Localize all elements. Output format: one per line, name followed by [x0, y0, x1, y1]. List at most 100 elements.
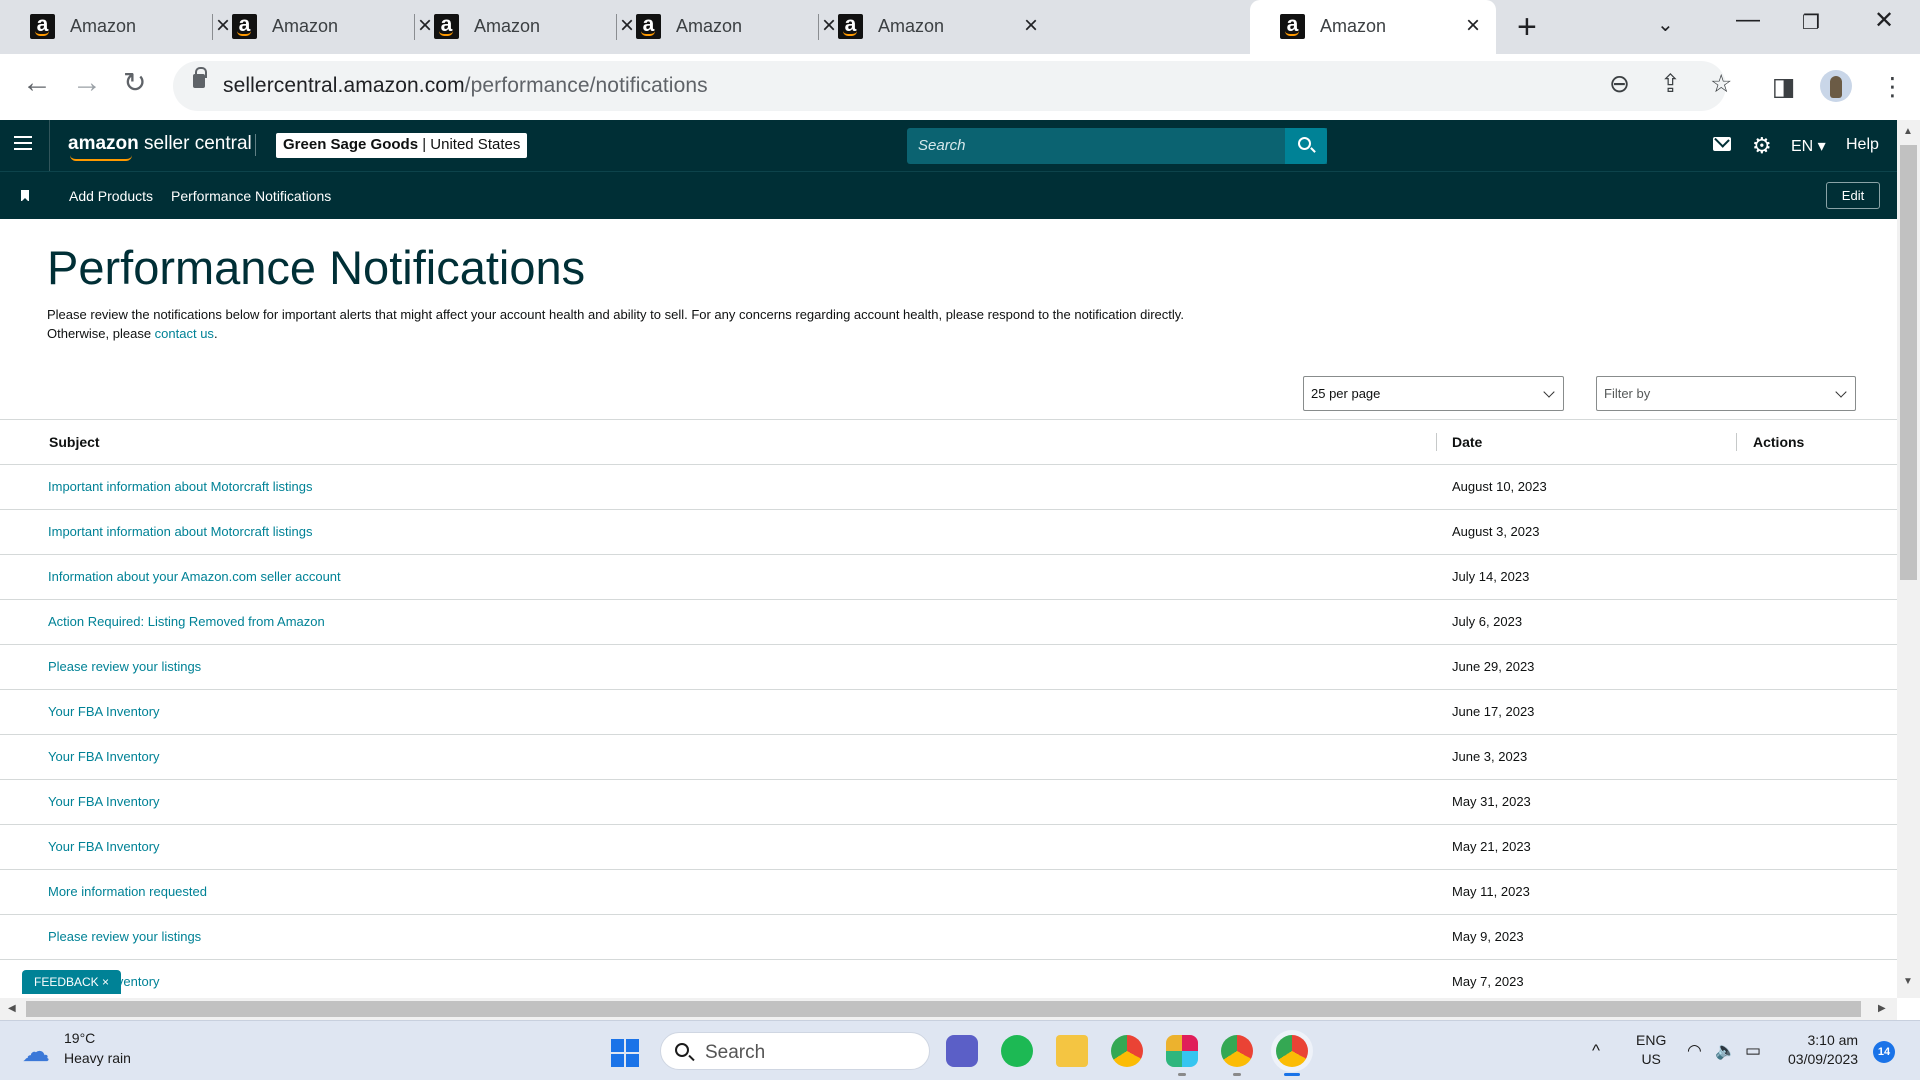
nav-link-add-products[interactable]: Add Products: [69, 188, 153, 204]
wifi-icon[interactable]: ◠: [1687, 1041, 1702, 1061]
weather-rain-icon[interactable]: ☁: [22, 1035, 50, 1068]
bookmark-star-icon[interactable]: ☆: [1710, 69, 1732, 99]
notification-subject-link[interactable]: Your FBA Inventory: [48, 749, 160, 764]
weather-temperature[interactable]: 19°C: [64, 1030, 95, 1046]
chrome-profile-icon[interactable]: [1221, 1035, 1253, 1067]
slack-icon[interactable]: [1166, 1035, 1198, 1067]
chrome-active-icon[interactable]: [1276, 1035, 1308, 1067]
table-row: Information about your Amazon.com seller…: [0, 555, 1897, 600]
back-icon[interactable]: ←: [22, 66, 52, 100]
browser-tab-strip: a Amazon × a Amazon × a Amazon × a Amazo…: [0, 0, 1920, 54]
table-row: Your FBA Inventory June 3, 2023: [0, 735, 1897, 780]
taskbar-search-box[interactable]: Search: [660, 1032, 930, 1070]
tab-search-chevron-icon[interactable]: ⌄: [1657, 12, 1674, 37]
reload-icon[interactable]: ↻: [123, 66, 146, 99]
minimize-icon[interactable]: —: [1736, 6, 1760, 34]
notification-subject-link[interactable]: Action Required: Listing Removed from Am…: [48, 614, 325, 629]
horizontal-scroll-thumb[interactable]: [26, 1001, 1861, 1017]
notification-subject-link[interactable]: Your FBA Inventory: [48, 794, 160, 809]
contact-us-link[interactable]: contact us: [155, 326, 214, 341]
tab-title: Amazon: [474, 16, 541, 36]
filter-by-select[interactable]: Filter by: [1596, 376, 1856, 411]
notification-subject-link[interactable]: Your FBA Inventory: [48, 704, 160, 719]
table-row: Your FBA Inventory May 21, 2023: [0, 825, 1897, 870]
close-tab-icon[interactable]: ×: [1024, 12, 1038, 40]
nav-link-performance-notifications[interactable]: Performance Notifications: [171, 188, 331, 204]
page-title: Performance Notifications: [47, 241, 586, 294]
system-clock[interactable]: 3:10 am 03/09/2023: [1788, 1031, 1858, 1069]
battery-icon[interactable]: ▭: [1745, 1041, 1761, 1061]
scroll-left-icon[interactable]: ◀: [8, 1003, 16, 1014]
share-icon[interactable]: ⇪: [1660, 69, 1681, 99]
browser-tab[interactable]: a Amazon ×: [808, 0, 1054, 54]
windows-taskbar: ☁ 19°C Heavy rain Search ^ ENG US ◠ 🔈 ▭ …: [0, 1020, 1920, 1080]
show-hidden-icons-chevron-icon[interactable]: ^: [1592, 1041, 1600, 1061]
notification-subject-link[interactable]: More information requested: [48, 884, 207, 899]
notification-subject-link[interactable]: Please review your listings: [48, 929, 201, 944]
notification-subject-link[interactable]: Please review your listings: [48, 659, 201, 674]
bookmark-icon[interactable]: [21, 190, 29, 202]
close-tab-icon[interactable]: ×: [1466, 12, 1480, 40]
profile-avatar[interactable]: [1820, 70, 1852, 102]
url-text[interactable]: sellercentral.amazon.com/performance/not…: [223, 74, 708, 98]
chrome-icon[interactable]: [1111, 1035, 1143, 1067]
edit-bookmarks-button[interactable]: Edit: [1826, 182, 1880, 209]
amazon-favicon-icon: a: [838, 14, 863, 39]
notification-date: July 6, 2023: [1452, 614, 1523, 629]
notifications-table: Subject Date Actions Important informati…: [0, 419, 1897, 1005]
notification-date: August 10, 2023: [1452, 479, 1547, 494]
search-button[interactable]: [1285, 128, 1327, 164]
filter-placeholder: Filter by: [1604, 386, 1651, 401]
file-explorer-icon[interactable]: [1056, 1035, 1088, 1067]
seller-central-logo[interactable]: amazon seller central: [68, 133, 252, 161]
input-language-indicator[interactable]: ENG US: [1636, 1031, 1666, 1069]
account-switcher[interactable]: Green Sage Goods | United States: [276, 133, 528, 158]
notification-count-badge[interactable]: 14: [1873, 1041, 1895, 1063]
side-panel-icon[interactable]: ◨: [1772, 72, 1796, 102]
notification-subject-link[interactable]: Your FBA Inventory: [48, 839, 160, 854]
forward-icon[interactable]: →: [72, 66, 102, 100]
spotify-icon[interactable]: [1001, 1035, 1033, 1067]
close-window-icon[interactable]: ✕: [1874, 6, 1894, 35]
hamburger-menu-icon[interactable]: [14, 136, 32, 150]
scroll-right-icon[interactable]: ▶: [1878, 1003, 1886, 1014]
search-input[interactable]: Search: [907, 128, 1327, 164]
restore-icon[interactable]: ❐: [1802, 10, 1820, 35]
weather-description[interactable]: Heavy rain: [64, 1050, 131, 1066]
settings-gear-icon[interactable]: ⚙: [1752, 133, 1772, 159]
per-page-select[interactable]: 25 per page: [1303, 376, 1564, 411]
new-tab-icon[interactable]: +: [1517, 8, 1537, 47]
notification-date: August 3, 2023: [1452, 524, 1540, 539]
column-header-subject[interactable]: Subject: [49, 434, 100, 450]
scroll-down-icon[interactable]: ▼: [1903, 976, 1913, 987]
notification-subject-link[interactable]: Important information about Motorcraft l…: [48, 479, 312, 494]
intro-line-2-suffix: .: [213, 326, 218, 341]
language-selector[interactable]: EN ▾: [1791, 136, 1826, 156]
notification-subject-link[interactable]: Information about your Amazon.com seller…: [48, 569, 341, 584]
help-link[interactable]: Help: [1846, 136, 1879, 154]
notification-subject-link[interactable]: Important information about Motorcraft l…: [48, 524, 312, 539]
column-divider: [1736, 433, 1737, 451]
volume-icon[interactable]: 🔈: [1715, 1041, 1736, 1061]
windows-start-icon[interactable]: [611, 1039, 639, 1067]
vertical-scroll-thumb[interactable]: [1900, 145, 1917, 580]
clock-time: 3:10 am: [1807, 1032, 1859, 1048]
table-row: Please review your listings June 29, 2023: [0, 645, 1897, 690]
messages-icon[interactable]: [1713, 137, 1731, 151]
browser-tab-active[interactable]: a Amazon ×: [1250, 0, 1496, 54]
logo-smile-icon: [70, 155, 132, 161]
column-header-date[interactable]: Date: [1452, 434, 1482, 450]
feedback-button[interactable]: FEEDBACK ×: [22, 970, 122, 994]
table-row: Please review your listings May 9, 2023: [0, 915, 1897, 960]
lock-icon[interactable]: [193, 67, 207, 88]
tab-title: Amazon: [878, 16, 945, 36]
zoom-icon[interactable]: ⊖: [1609, 69, 1630, 99]
scroll-up-icon[interactable]: ▲: [1903, 126, 1913, 137]
address-bar[interactable]: sellercentral.amazon.com/performance/not…: [173, 61, 1732, 111]
url-host: sellercentral.amazon.com: [223, 74, 465, 97]
browser-menu-icon[interactable]: ⋮: [1880, 72, 1905, 102]
logo-divider: [255, 134, 256, 156]
table-row: Action Required: Listing Removed from Am…: [0, 600, 1897, 645]
intro-line-1: Please review the notifications below fo…: [47, 307, 1184, 322]
teams-chat-icon[interactable]: [946, 1035, 978, 1067]
